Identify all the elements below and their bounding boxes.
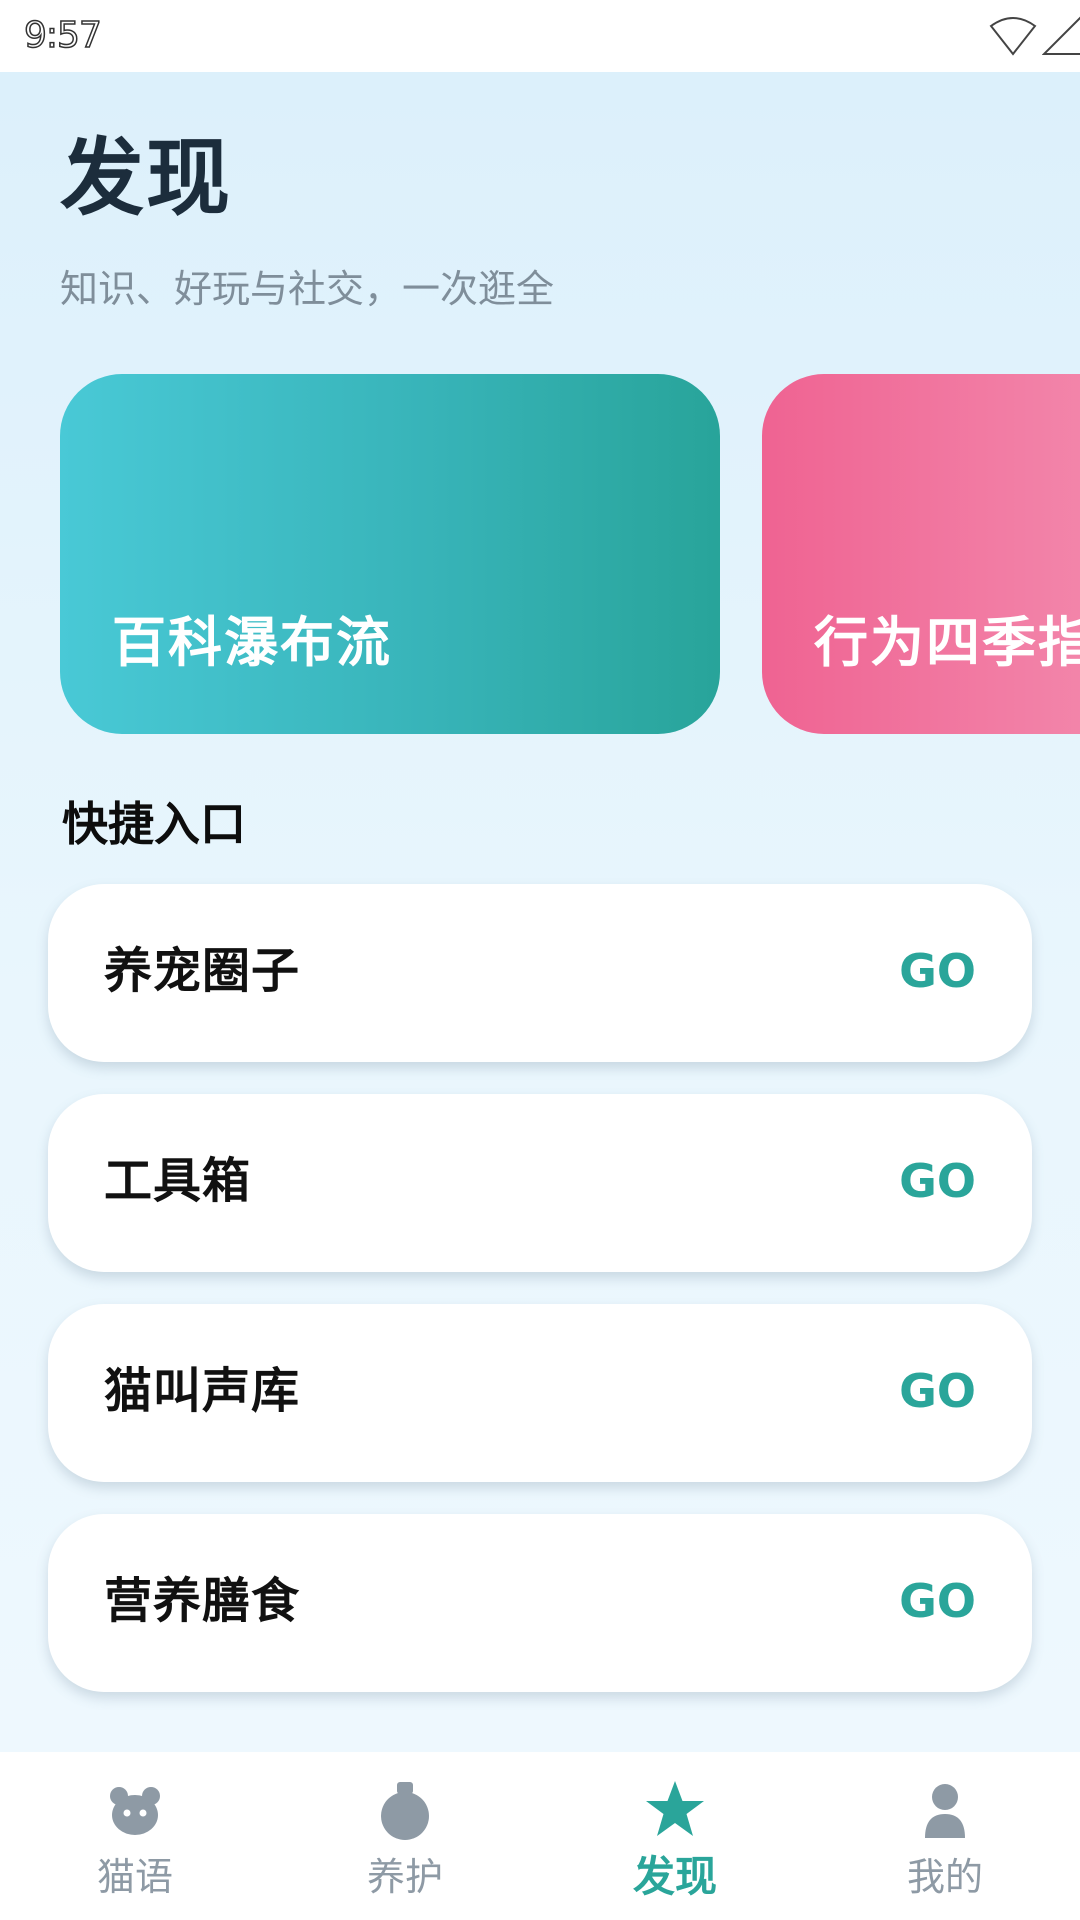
nav-item-care[interactable]: 养护 xyxy=(270,1752,540,1920)
bottom-nav: 猫语 养护 发现 我的 xyxy=(0,1752,1080,1920)
go-button[interactable]: GO xyxy=(899,1358,976,1424)
wifi-icon xyxy=(989,17,1037,56)
cat-face-icon xyxy=(110,1787,160,1835)
banner-label: 行为四季指 xyxy=(814,611,1080,674)
nav-label: 猫语 xyxy=(96,1855,173,1899)
star-icon xyxy=(646,1781,704,1836)
banner-encyclopedia-feed[interactable]: 百科瀑布流 xyxy=(60,374,720,734)
discover-page[interactable]: 发现 知识、好玩与社交，一次逛全 百科瀑布流 行为四季指 快捷入口 养宠圈子 G… xyxy=(0,72,1080,1752)
bottle-icon xyxy=(381,1782,429,1840)
entry-label: 猫叫声库 xyxy=(104,1363,301,1419)
banner-label: 百科瀑布流 xyxy=(112,611,392,674)
status-bar: 9:57 xyxy=(0,0,1080,72)
entry-card-pet-community[interactable]: 养宠圈子 GO xyxy=(48,884,1032,1062)
nav-item-mine[interactable]: 我的 xyxy=(810,1752,1080,1920)
nav-item-cat-language[interactable]: 猫语 xyxy=(0,1752,270,1920)
nav-label: 我的 xyxy=(906,1855,983,1899)
go-button[interactable]: GO xyxy=(899,938,976,1004)
page-subtitle: 知识、好玩与社交，一次逛全 xyxy=(60,267,555,311)
nav-item-discover[interactable]: 发现 xyxy=(540,1752,810,1920)
go-button[interactable]: GO xyxy=(899,1148,976,1214)
person-icon xyxy=(925,1784,965,1838)
nav-label: 发现 xyxy=(632,1852,717,1901)
page-title: 发现 xyxy=(60,129,233,227)
entry-label: 工具箱 xyxy=(104,1153,252,1209)
nav-label: 养护 xyxy=(366,1855,443,1899)
go-button[interactable]: GO xyxy=(899,1568,976,1634)
banner-behavior-seasons[interactable]: 行为四季指 xyxy=(762,374,1080,734)
entry-label: 养宠圈子 xyxy=(104,943,301,999)
entry-card-toolbox[interactable]: 工具箱 GO xyxy=(48,1094,1032,1272)
section-title-quick-entries: 快捷入口 xyxy=(62,797,246,851)
signal-icon xyxy=(1042,16,1080,55)
status-time: 9:57 xyxy=(23,14,102,57)
entry-card-cat-sound-library[interactable]: 猫叫声库 GO xyxy=(48,1304,1032,1482)
entry-card-nutrition-diet[interactable]: 营养膳食 GO xyxy=(48,1514,1032,1692)
entry-label: 营养膳食 xyxy=(104,1573,301,1629)
